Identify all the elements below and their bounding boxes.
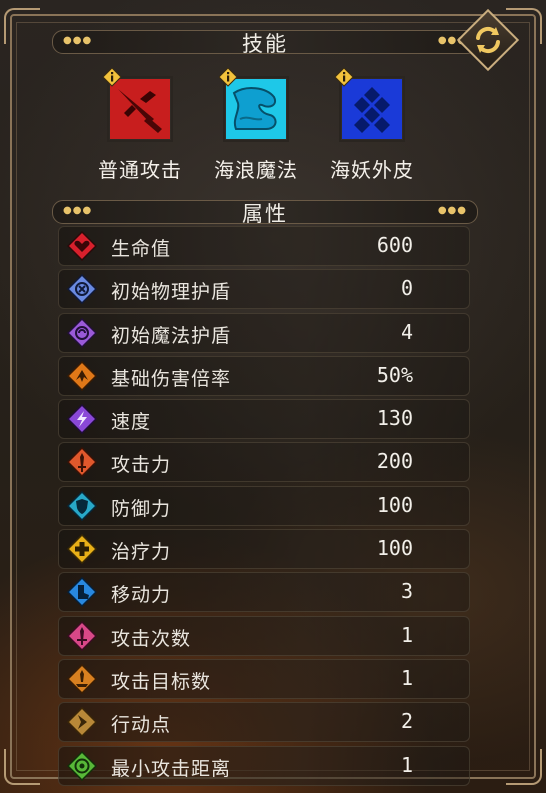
heal-icon [67,534,97,565]
attribute-row-hp: 生命值 600 [58,226,470,266]
attribute-value: 0 [400,276,413,301]
attribute-label: 行动点 [111,714,172,737]
frame-corner-ornament [4,8,40,44]
unit-info-panel: ●●● 技能 ●●● 普通攻击 海浪魔法 海妖外皮 ●●● 属性 ●●● 生命值… [0,0,546,793]
move-icon [67,577,97,608]
attribute-value: 1 [400,622,413,647]
attribute-value: 4 [400,319,413,344]
frame-corner-ornament [4,749,40,785]
attribute-row-magic-shield: 初始魔法护盾 4 [58,312,470,353]
attribute-label: 防御力 [111,497,172,520]
skill-normal-attack[interactable]: 普通攻击 [90,68,190,183]
attack-count-icon [67,620,97,651]
attribute-label: 速度 [111,411,152,434]
defense-icon [67,490,97,521]
magic-shield-icon [67,317,97,348]
attribute-value: 130 [376,406,413,431]
action-point-icon [67,707,97,738]
attribute-label: 攻击力 [111,454,172,477]
attribute-row-attack: 攻击力 200 [58,442,470,483]
attribute-list: 生命值 600 初始物理护盾 0 初始魔法护盾 4 基础伤害倍率 50% 速度 … [58,226,470,789]
damage-rate-icon [67,360,97,391]
info-icon[interactable] [335,68,353,88]
attribute-row-action-points: 行动点 2 [58,702,470,743]
frame-corner-ornament [506,749,542,785]
info-icon[interactable] [219,68,237,88]
attribute-value: 100 [376,492,413,517]
physical-shield-icon [67,274,97,305]
attribute-label: 生命值 [111,238,172,260]
attribute-value: 1 [400,752,413,777]
attribute-value: 1 [400,665,413,690]
header-ornament-dots: ●●● [437,205,467,216]
attribute-value: 200 [376,449,413,474]
attribute-value: 600 [376,233,413,257]
attribute-label: 治疗力 [111,541,172,564]
skill-wave-magic[interactable]: 海浪魔法 [206,68,306,183]
attribute-row-physical-shield: 初始物理护盾 0 [58,269,470,310]
skills-section-title: 技能 [242,32,288,56]
attack-targets-icon [67,663,97,694]
attributes-section-title: 属性 [242,202,288,226]
attribute-row-move: 移动力 3 [58,572,470,613]
attack-icon [67,447,97,478]
speed-icon [67,404,97,435]
attribute-label: 基础伤害倍率 [111,367,232,390]
attribute-label: 攻击次数 [111,627,192,650]
skill-name: 普通攻击 [98,158,182,182]
skill-name: 海妖外皮 [330,158,414,182]
attribute-value: 3 [400,579,413,604]
heart-icon [67,231,97,261]
attribute-label: 移动力 [111,584,172,607]
attribute-label: 初始物理护盾 [111,281,232,304]
attribute-row-defense: 防御力 100 [58,485,470,526]
attribute-value: 50% [376,362,413,387]
attribute-row-heal: 治疗力 100 [58,529,470,570]
swap-arrows-icon [476,26,500,54]
attribute-label: 最小攻击距离 [111,757,232,780]
info-icon[interactable] [103,68,121,88]
attribute-row-attack-targets: 攻击目标数 1 [58,658,470,699]
attribute-label: 攻击目标数 [111,670,212,693]
attribute-row-speed: 速度 130 [58,399,470,440]
attribute-value: 100 [376,536,413,561]
attribute-row-min-range: 最小攻击距离 1 [58,745,470,786]
skill-name: 海浪魔法 [214,158,298,182]
attribute-value: 2 [400,709,413,734]
attribute-row-damage-rate: 基础伤害倍率 50% [58,355,470,396]
attribute-label: 初始魔法护盾 [111,324,232,347]
skill-siren-skin[interactable]: 海妖外皮 [322,68,422,183]
attributes-section-header: ●●● 属性 ●●● [52,200,478,226]
skills-section-header: ●●● 技能 ●●● [52,30,478,56]
min-range-icon [67,750,97,781]
attribute-row-attack-count: 攻击次数 1 [58,615,470,656]
